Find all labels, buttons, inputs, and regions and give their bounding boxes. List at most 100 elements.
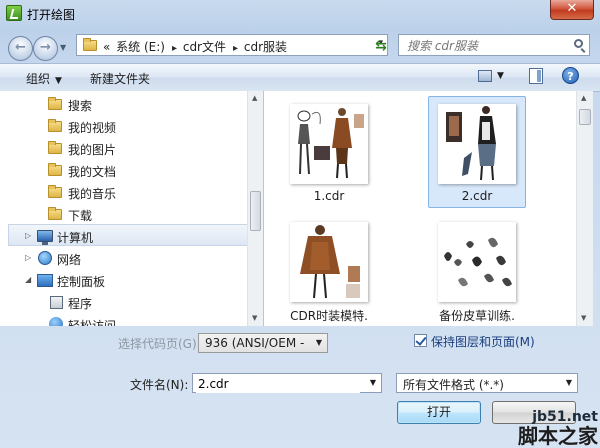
folder-icon bbox=[83, 38, 97, 51]
recent-locations-dropdown[interactable]: ▼ bbox=[60, 43, 66, 52]
chevron-down-icon: ▼ bbox=[565, 378, 572, 387]
expand-arrow-icon[interactable]: ▷ bbox=[25, 253, 31, 262]
fashion-sketch-thumbnail bbox=[297, 108, 364, 179]
watermark-url: jb51.net bbox=[532, 409, 598, 425]
nav-item-label: 搜索 bbox=[68, 99, 93, 113]
command-bar: 组织 ▼ 新建文件夹 ▼ ? bbox=[0, 63, 600, 92]
preview-pane-icon[interactable] bbox=[529, 68, 543, 84]
nav-item-label: 下载 bbox=[68, 209, 93, 223]
organize-label: 组织 bbox=[26, 72, 51, 86]
nav-item-label: 控制面板 bbox=[57, 275, 106, 289]
file-name: 2.cdr bbox=[461, 189, 493, 203]
new-folder-button[interactable]: 新建文件夹 bbox=[90, 70, 150, 87]
code-page-select[interactable]: 936 (ANSI/OEM - ▼ bbox=[198, 333, 328, 353]
file-thumbnail bbox=[438, 104, 516, 184]
nav-item-label: 计算机 bbox=[57, 231, 94, 245]
title-bar: 打开绘图 ✕ bbox=[0, 0, 600, 28]
site-watermark: jb51.net 脚本之家 bbox=[518, 409, 598, 447]
close-button[interactable]: ✕ bbox=[550, 0, 594, 20]
breadcrumb-item-cdr-clothing[interactable]: cdr服装 bbox=[244, 40, 287, 54]
folder-icon bbox=[48, 141, 62, 154]
file-type-select[interactable]: 所有文件格式 (*.*) ▼ bbox=[396, 373, 578, 393]
filename-label: 文件名(N): bbox=[130, 378, 189, 392]
open-button[interactable]: 打开 bbox=[397, 401, 481, 424]
forward-arrow-icon: → bbox=[40, 40, 51, 55]
code-page-label: 选择代码页(G) bbox=[118, 337, 197, 351]
file-item[interactable]: CDR时装模特. bbox=[280, 214, 378, 326]
nav-item-label: 我的视频 bbox=[68, 121, 117, 135]
forward-button[interactable]: → bbox=[33, 36, 58, 61]
fashion-sketch-thumbnail bbox=[446, 106, 496, 181]
network-icon bbox=[38, 251, 52, 265]
expand-arrow-icon[interactable]: ▷ bbox=[25, 231, 31, 240]
search-input[interactable] bbox=[405, 36, 569, 56]
breadcrumb-item-cdr-files[interactable]: cdr文件 bbox=[183, 40, 226, 54]
navigation-scrollbar[interactable]: ▲ ▼ bbox=[247, 91, 263, 326]
keep-layers-label[interactable]: 保持图层和页面(M) bbox=[431, 333, 535, 350]
file-item[interactable]: 备份皮草训练. bbox=[428, 214, 526, 326]
folder-icon bbox=[48, 119, 62, 132]
back-arrow-icon: ← bbox=[15, 40, 26, 55]
file-type-value: 所有文件格式 (*.*) bbox=[403, 378, 504, 392]
control-panel-icon bbox=[37, 274, 53, 287]
scroll-up-icon[interactable]: ▲ bbox=[252, 94, 257, 102]
scrollbar-thumb[interactable] bbox=[250, 191, 261, 231]
folder-icon bbox=[48, 97, 62, 110]
file-thumbnail bbox=[290, 222, 368, 302]
program-icon bbox=[50, 296, 63, 309]
nav-item-label: 网络 bbox=[57, 253, 82, 267]
search-icon[interactable] bbox=[574, 39, 583, 48]
folder-icon bbox=[48, 207, 62, 220]
watermark-name: 脚本之家 bbox=[518, 424, 598, 448]
file-item[interactable]: 1.cdr bbox=[280, 96, 378, 208]
scroll-down-icon[interactable]: ▼ bbox=[252, 314, 257, 322]
navigation-pane: 搜索 我的视频 我的图片 我的文档 我的音乐 下载 ▷ 计算机 ▷ 网络 ◢ 控… bbox=[0, 91, 264, 326]
computer-icon bbox=[37, 230, 53, 245]
scrollbar-thumb[interactable] bbox=[579, 109, 591, 125]
breadcrumb: « 系统 (E:) ▸ cdr文件 ▸ cdr服装 bbox=[103, 38, 289, 55]
file-item-selected[interactable]: 2.cdr bbox=[428, 96, 526, 208]
search-box[interactable] bbox=[398, 34, 590, 56]
folder-icon bbox=[48, 185, 62, 198]
file-name: 1.cdr bbox=[313, 189, 345, 203]
help-icon[interactable]: ? bbox=[562, 67, 579, 84]
file-thumbnail bbox=[438, 222, 516, 302]
file-list-scrollbar[interactable]: ▲ ▼ bbox=[576, 91, 593, 326]
fur-texture-thumbnail bbox=[444, 237, 512, 287]
nav-item-label: 程序 bbox=[68, 297, 93, 311]
coreldraw-app-icon bbox=[6, 5, 22, 21]
change-view-icon[interactable] bbox=[478, 70, 492, 82]
folder-icon bbox=[48, 163, 62, 176]
file-name: CDR时装模特. bbox=[290, 309, 368, 323]
scroll-up-icon[interactable]: ▲ bbox=[581, 94, 586, 102]
code-page-value: 936 (ANSI/OEM - bbox=[205, 336, 305, 350]
chevron-down-icon: ▼ bbox=[55, 76, 62, 86]
nav-item-label: 轻松访问 bbox=[68, 319, 117, 326]
nav-item-label: 我的音乐 bbox=[68, 187, 117, 201]
address-bar[interactable]: « 系统 (E:) ▸ cdr文件 ▸ cdr服装 ▾ bbox=[76, 34, 388, 56]
nav-item-label: 我的文档 bbox=[68, 165, 117, 179]
file-list-pane: 1.cdr 2.cdr CDR时装模特. 备份皮草训练. bbox=[264, 91, 576, 326]
nav-item-label: 我的图片 bbox=[68, 143, 117, 157]
refresh-icon[interactable]: ⇆ bbox=[372, 37, 390, 55]
keep-layers-checkbox[interactable] bbox=[414, 334, 427, 347]
file-name: 备份皮草训练. bbox=[439, 309, 515, 323]
scroll-down-icon[interactable]: ▼ bbox=[581, 314, 586, 322]
chevron-down-icon: ▼ bbox=[315, 338, 322, 347]
breadcrumb-item-drive[interactable]: 系统 (E:) bbox=[116, 40, 165, 54]
filename-field[interactable]: ▼ bbox=[192, 373, 382, 393]
breadcrumb-overflow[interactable]: « bbox=[103, 40, 110, 54]
expand-arrow-icon[interactable]: ◢ bbox=[25, 275, 31, 284]
filename-input[interactable] bbox=[196, 375, 360, 393]
file-thumbnail bbox=[290, 104, 368, 184]
organize-menu[interactable]: 组织 ▼ bbox=[26, 70, 62, 87]
chevron-down-icon[interactable]: ▼ bbox=[370, 378, 376, 387]
breadcrumb-separator-icon[interactable]: ▸ bbox=[233, 43, 238, 54]
open-drawing-dialog: 打开绘图 ✕ ← → ▼ « 系统 (E:) ▸ cdr文件 ▸ cdr服装 ▾ ⇆… bbox=[0, 0, 600, 448]
window-title: 打开绘图 bbox=[27, 8, 76, 22]
view-options-dropdown-icon[interactable]: ▼ bbox=[497, 71, 504, 81]
back-button[interactable]: ← bbox=[8, 36, 33, 61]
ease-of-access-icon bbox=[49, 317, 63, 326]
fashion-sketch-thumbnail bbox=[300, 225, 360, 299]
breadcrumb-separator-icon[interactable]: ▸ bbox=[172, 43, 177, 54]
